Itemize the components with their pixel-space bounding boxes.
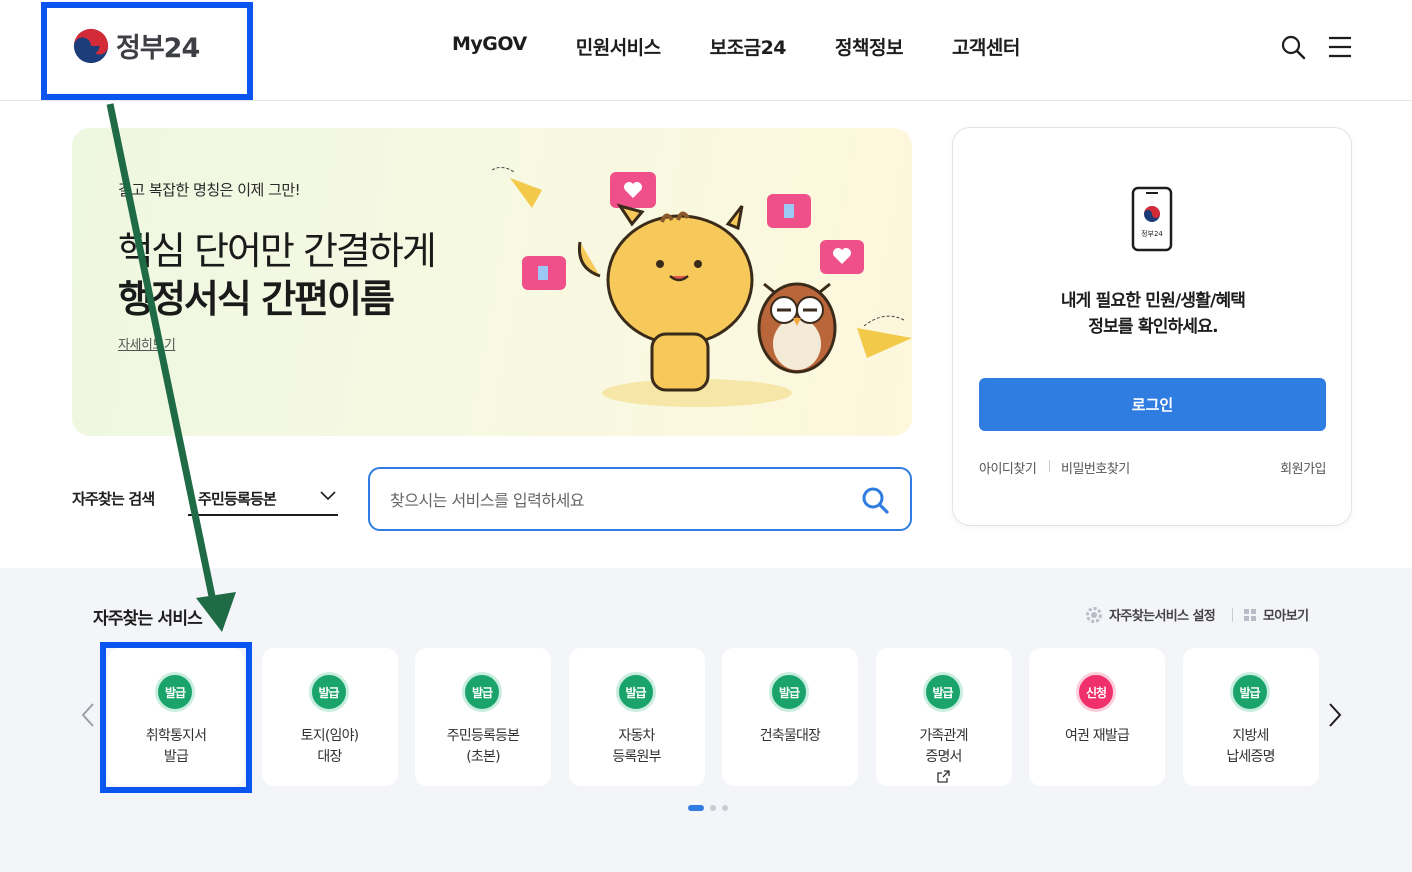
frequent-services-setting-label: 자주찾는서비스 설정	[1109, 609, 1216, 624]
link-divider	[1049, 460, 1050, 472]
service-card-local-tax-certificate[interactable]: 발급 지방세 납세증명	[1182, 648, 1319, 786]
pagination-dot-3[interactable]	[722, 805, 728, 811]
banner-more-link[interactable]: 자세히보기	[118, 334, 176, 353]
service-card-label-line2: (초본)	[466, 749, 500, 765]
service-card-label: 주민등록등본 (초본)	[415, 726, 551, 768]
service-card-label-line1: 주민등록등본	[446, 728, 520, 744]
view-all-label: 모아보기	[1263, 609, 1309, 624]
mascot-illustration	[492, 166, 912, 407]
service-card-label: 자동차 등록원부	[569, 726, 705, 768]
mobile-phone-icon: 정부24	[1131, 186, 1173, 252]
banner-headline-line2: 행정서식 간편이름	[118, 277, 395, 321]
main-nav: MyGOV 민원서비스 보조금24 정책정보 고객센터	[452, 33, 1069, 60]
frequent-search-value: 주민등록등본	[198, 490, 277, 508]
service-card-family-certificate[interactable]: 발급 가족관계 증명서	[875, 648, 1012, 789]
search-submit-icon[interactable]	[860, 485, 890, 515]
badge-apply: 신청	[1076, 672, 1116, 712]
service-card-land-register[interactable]: 발급 토지(임야) 대장	[261, 648, 398, 786]
find-password-link[interactable]: 비밀번호찾기	[1061, 458, 1130, 477]
gear-icon	[1086, 606, 1102, 623]
service-card-label-line2: 증명서	[925, 749, 962, 765]
promo-banner[interactable]: 길고 복잡한 명칭은 이제 그만! 핵심 단어만 간결하게 행정서식 간편이름 …	[72, 128, 912, 436]
nav-civil-service[interactable]: 민원서비스	[576, 33, 661, 60]
badge-issue: 발급	[308, 672, 349, 712]
service-card-label-line1: 가족관계	[919, 728, 968, 744]
nav-customer-center[interactable]: 고객센터	[952, 33, 1020, 60]
carousel-prev-icon[interactable]	[80, 702, 96, 728]
service-card-label: 토지(임야) 대장	[262, 726, 398, 768]
badge-issue: 발급	[922, 672, 963, 712]
service-card-label-line2: 대장	[317, 749, 342, 765]
badge-issue: 발급	[1229, 672, 1270, 712]
banner-headline-line1: 핵심 단어만 간결하게	[118, 229, 437, 273]
badge-issue: 발급	[615, 672, 656, 712]
external-link-icon	[937, 770, 950, 783]
frequent-search-select[interactable]: 주민등록등본	[188, 480, 338, 516]
frequent-services-title: 자주찾는 서비스	[93, 609, 203, 629]
frequent-search-label: 자주찾는 검색	[72, 490, 155, 508]
badge-issue: 발급	[769, 672, 809, 712]
chevron-down-icon	[320, 491, 336, 501]
badge-issue: 발급	[462, 672, 502, 712]
carousel-next-icon[interactable]	[1327, 702, 1343, 728]
service-card-resident-registration[interactable]: 발급 주민등록등본 (초본)	[415, 648, 551, 786]
service-card-label-line1: 여권 재발급	[1064, 728, 1130, 744]
pagination-dot-1[interactable]	[688, 805, 704, 811]
login-card: 정부24 내게 필요한 민원/생활/혜택 정보를 확인하세요. 로그인 아이디찾…	[952, 127, 1352, 526]
pagination-dot-2[interactable]	[710, 805, 716, 811]
highlight-box-logo	[41, 2, 253, 100]
sign-up-link[interactable]: 회원가입	[1280, 458, 1326, 477]
service-search-box	[368, 467, 912, 531]
service-card-label-line2: 등록원부	[612, 749, 661, 765]
service-card-label: 가족관계 증명서	[876, 726, 1012, 789]
nav-policy-info[interactable]: 정책정보	[835, 33, 903, 60]
service-card-label-line2: 납세증명	[1226, 749, 1275, 765]
service-card-label: 지방세 납세증명	[1183, 726, 1319, 768]
service-card-label: 건축물대장	[722, 726, 858, 747]
nav-subsidy24[interactable]: 보조금24	[710, 33, 787, 60]
search-icon[interactable]	[1280, 34, 1306, 60]
service-card-vehicle-register[interactable]: 발급 자동차 등록원부	[568, 648, 705, 786]
banner-eyebrow: 길고 복잡한 명칭은 이제 그만!	[118, 181, 301, 199]
service-card-label-line1: 토지(임야)	[300, 728, 359, 744]
service-card-label-line1: 자동차	[618, 728, 655, 744]
service-search-input[interactable]	[390, 487, 840, 513]
hamburger-menu-icon[interactable]	[1328, 36, 1352, 58]
login-button[interactable]: 로그인	[979, 378, 1326, 431]
frequent-services-setting-button[interactable]: 자주찾는서비스 설정	[1085, 605, 1216, 624]
svc-header-divider	[1232, 608, 1233, 622]
grid-icon	[1244, 608, 1256, 621]
highlight-box-first-service	[100, 642, 252, 793]
service-card-passport-reissue[interactable]: 신청 여권 재발급	[1029, 648, 1165, 786]
login-message: 내게 필요한 민원/생활/혜택 정보를 확인하세요.	[953, 288, 1353, 340]
login-message-line1: 내게 필요한 민원/생활/혜택	[1060, 291, 1246, 311]
service-card-label: 여권 재발급	[1029, 726, 1165, 747]
carousel-pagination	[688, 805, 728, 811]
nav-mygov[interactable]: MyGOV	[452, 33, 527, 60]
service-card-label-line1: 건축물대장	[759, 728, 821, 744]
view-all-button[interactable]: 모아보기	[1243, 605, 1309, 624]
find-id-link[interactable]: 아이디찾기	[979, 458, 1037, 477]
phone-icon-label: 정부24	[1141, 229, 1163, 238]
service-card-label-line1: 지방세	[1232, 728, 1269, 744]
service-card-label-line2-wrap: 증명서	[876, 747, 1012, 789]
login-message-line2: 정보를 확인하세요.	[1088, 317, 1218, 337]
service-card-building-register[interactable]: 발급 건축물대장	[722, 648, 858, 786]
